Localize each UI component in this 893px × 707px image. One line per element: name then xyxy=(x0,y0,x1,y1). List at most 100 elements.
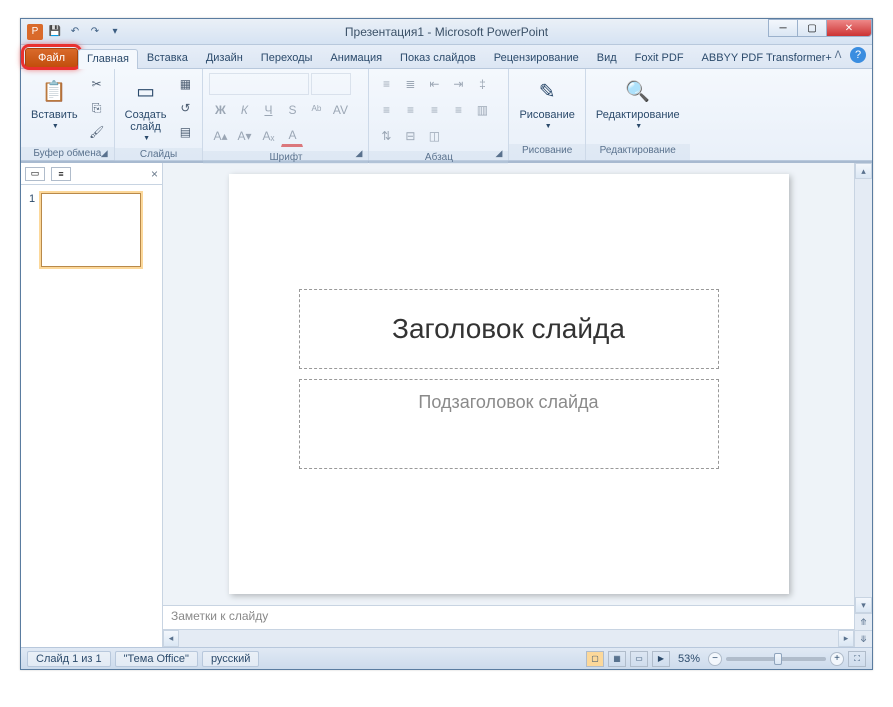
group-editing: 🔍 Редактирование ▼ Редактирование xyxy=(586,69,690,160)
zoom-thumb[interactable] xyxy=(774,653,782,665)
cut-icon[interactable]: ✂ xyxy=(86,73,108,95)
next-slide-icon[interactable]: ⤋ xyxy=(855,630,872,647)
minimize-ribbon-icon[interactable]: ᐱ xyxy=(830,47,846,63)
undo-icon[interactable]: ↶ xyxy=(67,24,83,40)
tab-transitions[interactable]: Переходы xyxy=(252,48,322,68)
bold-icon[interactable]: Ж xyxy=(209,99,231,121)
sorter-view-icon[interactable]: ▦ xyxy=(608,651,626,667)
maximize-button[interactable]: ▢ xyxy=(797,19,827,37)
help-icon[interactable]: ? xyxy=(850,47,866,63)
grow-font-icon[interactable]: A▴ xyxy=(209,125,231,147)
dialog-launcher-icon[interactable]: ◢ xyxy=(356,148,363,159)
font-color-icon[interactable]: A xyxy=(281,125,303,147)
dialog-launcher-icon[interactable]: ◢ xyxy=(101,148,108,159)
columns-icon[interactable]: ▥ xyxy=(471,99,493,121)
prev-slide-icon[interactable]: ⤊ xyxy=(855,613,872,630)
ribbon-tabs: Файл Главная Вставка Дизайн Переходы Ани… xyxy=(21,45,872,69)
new-slide-button[interactable]: ▭ Создать слайд ▼ xyxy=(121,73,171,144)
slide: Заголовок слайда Подзаголовок слайда xyxy=(229,174,789,594)
vertical-scrollbar[interactable]: ▴ ▾ ⤊ ⤋ xyxy=(854,163,872,647)
slideshow-view-icon[interactable]: ▶ xyxy=(652,651,670,667)
text-direction-icon[interactable]: ⇅ xyxy=(375,125,397,147)
zoom-percent[interactable]: 53% xyxy=(678,653,700,665)
panel-close-icon[interactable]: × xyxy=(151,167,158,181)
zoom-slider[interactable] xyxy=(726,657,826,661)
line-spacing-icon[interactable]: ‡ xyxy=(471,73,493,95)
dialog-launcher-icon[interactable]: ◢ xyxy=(496,148,503,159)
font-size-combo[interactable] xyxy=(311,73,351,95)
tab-view[interactable]: Вид xyxy=(588,48,626,68)
group-editing-label: Редактирование xyxy=(586,144,690,160)
language-indicator[interactable]: русский xyxy=(202,651,259,667)
subtitle-placeholder[interactable]: Подзаголовок слайда xyxy=(299,379,719,469)
normal-view-icon[interactable]: ▢ xyxy=(586,651,604,667)
horizontal-scrollbar[interactable]: ◂ ▸ xyxy=(163,629,854,647)
tab-file[interactable]: Файл xyxy=(25,48,78,68)
underline-icon[interactable]: Ч xyxy=(257,99,279,121)
titlebar: P 💾 ↶ ↷ ▾ Презентация1 - Microsoft Power… xyxy=(21,19,872,45)
app-icon[interactable]: P xyxy=(27,24,43,40)
minimize-button[interactable]: ─ xyxy=(768,19,798,37)
slide-counter[interactable]: Слайд 1 из 1 xyxy=(27,651,111,667)
reset-icon[interactable]: ↺ xyxy=(174,97,196,119)
layout-icon[interactable]: ▦ xyxy=(174,73,196,95)
section-icon[interactable]: ▤ xyxy=(174,121,196,143)
scroll-down-icon[interactable]: ▾ xyxy=(855,597,872,613)
slide-thumbnail[interactable] xyxy=(41,193,141,267)
outline-tab[interactable]: ≡ xyxy=(51,167,71,181)
tab-abbyy[interactable]: ABBYY PDF Transformer+ xyxy=(693,48,841,68)
align-center-icon[interactable]: ≡ xyxy=(399,99,421,121)
char-spacing-icon[interactable]: AV xyxy=(329,99,351,121)
align-left-icon[interactable]: ≡ xyxy=(375,99,397,121)
chevron-down-icon: ▼ xyxy=(545,123,552,130)
notes-pane[interactable]: Заметки к слайду xyxy=(163,605,854,629)
paste-button[interactable]: 📋 Вставить ▼ xyxy=(27,73,82,132)
zoom-out-button[interactable]: − xyxy=(708,652,722,666)
quick-access-toolbar: P 💾 ↶ ↷ ▾ xyxy=(21,24,123,40)
close-button[interactable]: ✕ xyxy=(826,19,872,37)
italic-icon[interactable]: К xyxy=(233,99,255,121)
align-right-icon[interactable]: ≡ xyxy=(423,99,445,121)
tab-design[interactable]: Дизайн xyxy=(197,48,252,68)
redo-icon[interactable]: ↷ xyxy=(87,24,103,40)
slide-canvas[interactable]: Заголовок слайда Подзаголовок слайда xyxy=(163,163,854,605)
shrink-font-icon[interactable]: A▾ xyxy=(233,125,255,147)
theme-name[interactable]: "Тема Office" xyxy=(115,651,198,667)
clear-format-icon[interactable]: Aₓ xyxy=(257,125,279,147)
reading-view-icon[interactable]: ▭ xyxy=(630,651,648,667)
thumbnail-number: 1 xyxy=(29,193,35,267)
tab-foxit[interactable]: Foxit PDF xyxy=(626,48,693,68)
indent-less-icon[interactable]: ⇤ xyxy=(423,73,445,95)
tab-home[interactable]: Главная xyxy=(78,49,138,69)
justify-icon[interactable]: ≡ xyxy=(447,99,469,121)
qat-customize-icon[interactable]: ▾ xyxy=(107,24,123,40)
title-placeholder[interactable]: Заголовок слайда xyxy=(299,289,719,369)
window-controls: ─ ▢ ✕ xyxy=(769,19,872,39)
strike-icon[interactable]: S xyxy=(281,99,303,121)
paste-label: Вставить xyxy=(31,109,78,121)
fit-window-icon[interactable]: ⛶ xyxy=(848,651,866,667)
shadow-icon[interactable]: ᴬᵇ xyxy=(305,99,327,121)
tab-animations[interactable]: Анимация xyxy=(321,48,391,68)
zoom-in-button[interactable]: + xyxy=(830,652,844,666)
scroll-up-icon[interactable]: ▴ xyxy=(855,163,872,179)
tab-review[interactable]: Рецензирование xyxy=(485,48,588,68)
drawing-button[interactable]: ✎ Рисование ▼ xyxy=(515,73,578,132)
slides-tab[interactable]: ▭ xyxy=(25,167,45,181)
font-family-combo[interactable] xyxy=(209,73,309,95)
ribbon: 📋 Вставить ▼ ✂ ⎘ 🖌 Буфер обмена ◢ ▭ Созд… xyxy=(21,69,872,161)
scroll-right-icon[interactable]: ▸ xyxy=(838,630,854,647)
bullets-icon[interactable]: ≡ xyxy=(375,73,397,95)
indent-more-icon[interactable]: ⇥ xyxy=(447,73,469,95)
editing-label: Редактирование xyxy=(596,109,680,121)
numbering-icon[interactable]: ≣ xyxy=(399,73,421,95)
save-icon[interactable]: 💾 xyxy=(47,24,63,40)
format-painter-icon[interactable]: 🖌 xyxy=(86,121,108,143)
editing-button[interactable]: 🔍 Редактирование ▼ xyxy=(592,73,684,132)
align-text-icon[interactable]: ⊟ xyxy=(399,125,421,147)
tab-insert[interactable]: Вставка xyxy=(138,48,197,68)
smartart-icon[interactable]: ◫ xyxy=(423,125,445,147)
copy-icon[interactable]: ⎘ xyxy=(86,97,108,119)
tab-slideshow[interactable]: Показ слайдов xyxy=(391,48,485,68)
scroll-left-icon[interactable]: ◂ xyxy=(163,630,179,647)
